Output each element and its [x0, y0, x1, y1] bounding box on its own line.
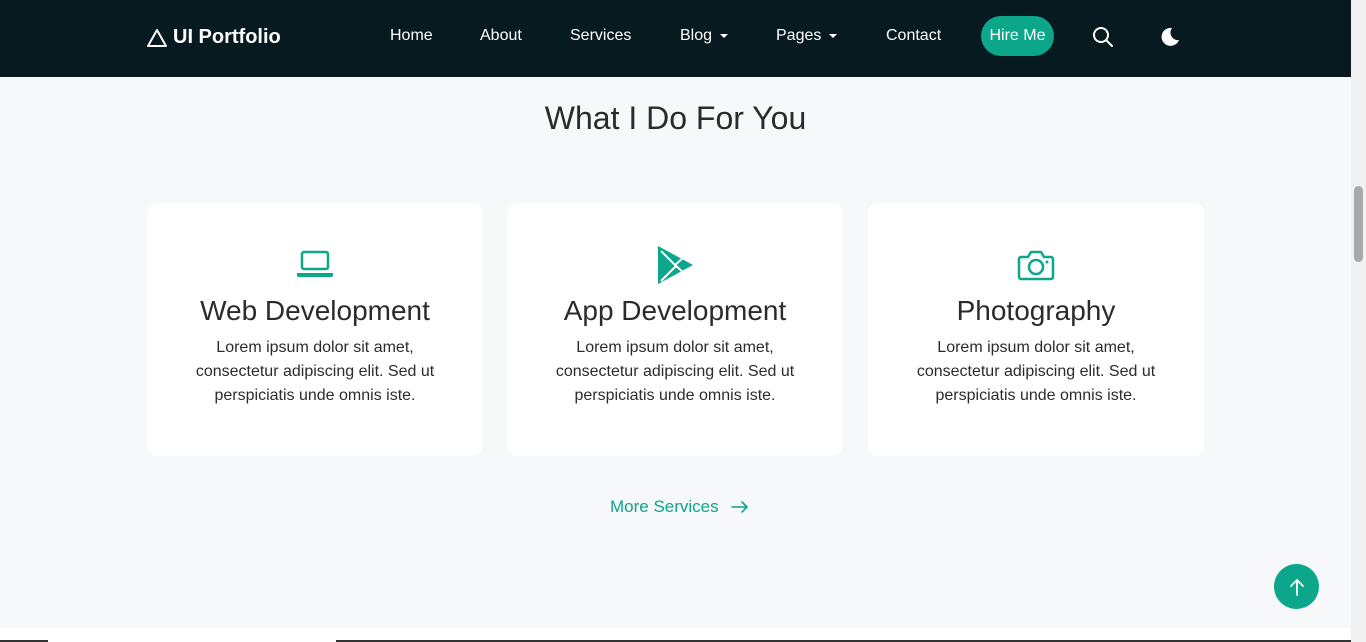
nav-pages-dropdown[interactable]: Pages	[776, 26, 838, 46]
service-card-app-development: App Development Lorem ipsum dolor sit am…	[507, 203, 843, 456]
hire-me-label: Hire Me	[989, 27, 1046, 44]
camera-icon	[1017, 250, 1055, 281]
card-title: Web Development	[200, 295, 430, 326]
brand-name: UI Portfolio	[173, 26, 281, 48]
scrollbar-track[interactable]	[1351, 0, 1366, 642]
laptop-icon	[297, 250, 333, 277]
nav-blog-label: Blog	[680, 27, 713, 44]
card-title: Photography	[956, 295, 1116, 326]
caret-down-icon	[720, 34, 729, 38]
next-section-edge	[0, 628, 1351, 642]
search-icon	[1093, 27, 1113, 47]
play-store-icon	[658, 246, 693, 284]
theme-toggle-button[interactable]	[1158, 25, 1182, 49]
scrollbar-thumb[interactable]	[1354, 186, 1363, 262]
hire-me-button[interactable]: Hire Me	[981, 16, 1054, 56]
nav-pages-label: Pages	[776, 27, 822, 44]
triangle-icon	[147, 28, 167, 47]
scroll-to-top-button[interactable]	[1274, 564, 1319, 609]
moon-icon	[1161, 27, 1179, 46]
brand-logo[interactable]: UI Portfolio	[146, 26, 281, 49]
card-description: Lorem ipsum dolor sit amet, consectetur …	[195, 339, 435, 404]
search-button[interactable]	[1091, 25, 1115, 49]
arrow-right-icon	[730, 501, 748, 513]
caret-down-icon	[829, 34, 838, 38]
service-card-web-development: Web Development Lorem ipsum dolor sit am…	[147, 203, 483, 456]
nav-contact-label: Contact	[886, 27, 942, 44]
card-description: Lorem ipsum dolor sit amet, consectetur …	[555, 339, 795, 404]
top-navbar: UI Portfolio Home About Services Blog Pa…	[0, 0, 1351, 77]
nav-contact[interactable]: Contact	[886, 26, 941, 46]
nav-blog-dropdown[interactable]: Blog	[680, 26, 729, 46]
nav-home-label: Home	[390, 27, 433, 44]
card-title: App Development	[563, 295, 787, 326]
nav-about[interactable]: About	[480, 26, 522, 46]
section-title: What I Do For You	[544, 100, 807, 136]
nav-services[interactable]: Services	[570, 26, 631, 46]
nav-home[interactable]: Home	[390, 26, 433, 46]
more-services-label: More Services	[610, 497, 719, 516]
nav-about-label: About	[480, 27, 522, 44]
nav-services-label: Services	[570, 27, 632, 44]
card-description: Lorem ipsum dolor sit amet, consectetur …	[916, 339, 1156, 404]
arrow-up-icon	[1289, 578, 1304, 596]
more-services-link[interactable]: More Services	[610, 497, 749, 517]
service-card-photography: Photography Lorem ipsum dolor sit amet, …	[868, 203, 1204, 456]
